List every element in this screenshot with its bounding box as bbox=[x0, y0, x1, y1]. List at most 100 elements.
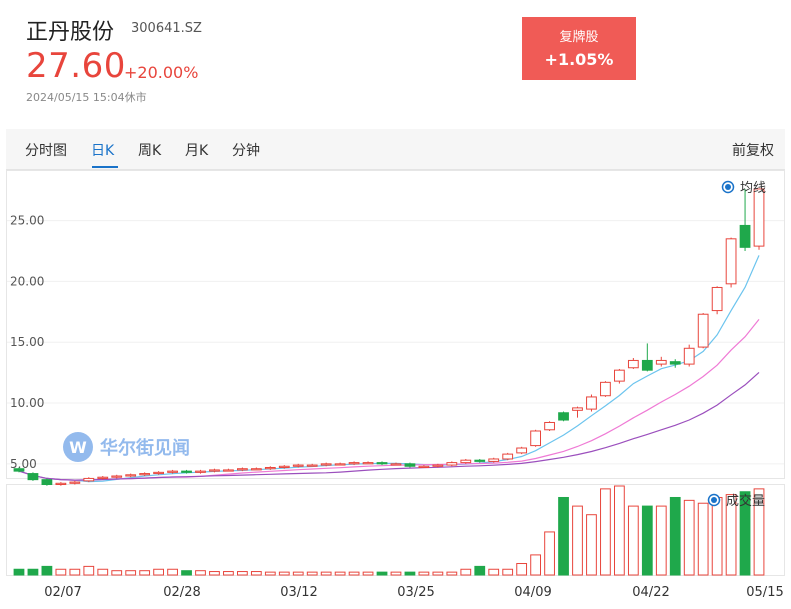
candle-body bbox=[600, 381, 611, 397]
stock-name: 正丹股份 bbox=[26, 20, 115, 45]
candle-body bbox=[544, 421, 555, 431]
volume-bar bbox=[544, 531, 555, 576]
volume-bar bbox=[530, 554, 541, 576]
volume-bar bbox=[13, 568, 25, 576]
volume-bar bbox=[348, 571, 360, 576]
watermark-text: 华尔街见闻 bbox=[100, 437, 190, 459]
candle-body bbox=[55, 482, 67, 486]
volume-bar bbox=[334, 571, 346, 576]
volume-bar bbox=[655, 505, 667, 576]
volume-bar bbox=[320, 571, 332, 576]
x-tick-label: 04/09 bbox=[514, 585, 551, 600]
x-tick-label: 02/07 bbox=[44, 585, 81, 600]
volume-bar bbox=[683, 499, 695, 576]
volume-bar bbox=[586, 514, 597, 576]
adjust-mode-button[interactable]: 前复权 bbox=[732, 140, 774, 160]
volume-bar bbox=[697, 502, 709, 576]
tab-fenshi[interactable]: 分时图 bbox=[25, 140, 67, 160]
x-tick-label: 03/12 bbox=[280, 585, 317, 600]
candle-body bbox=[711, 286, 723, 312]
candle-body bbox=[627, 359, 639, 369]
volume-bar bbox=[641, 505, 653, 576]
market-timestamp: 2024/05/15 15:04休市 bbox=[26, 91, 147, 104]
candle-body bbox=[376, 462, 388, 465]
candle-body bbox=[237, 468, 248, 471]
candle-body bbox=[502, 453, 514, 460]
ma-legend[interactable]: 均线 bbox=[721, 180, 767, 196]
volume-bar bbox=[488, 568, 500, 576]
candle-body bbox=[683, 347, 695, 365]
volume-bar bbox=[237, 571, 248, 576]
candle-body bbox=[348, 462, 360, 465]
y-tick-label: 15.00 bbox=[10, 335, 44, 349]
volume-bar bbox=[516, 563, 528, 576]
volume-bar bbox=[55, 568, 67, 576]
volume-bar bbox=[669, 496, 681, 576]
candle-body bbox=[181, 470, 192, 473]
candle-body bbox=[306, 464, 318, 467]
candle-body bbox=[111, 475, 123, 478]
candle-body bbox=[139, 473, 151, 476]
volume-bar bbox=[111, 570, 123, 576]
candle-body bbox=[669, 361, 681, 365]
volume-bar bbox=[306, 571, 318, 576]
candle-body bbox=[488, 458, 500, 462]
candle-body bbox=[362, 462, 374, 465]
volume-bar bbox=[432, 571, 444, 576]
volume-bar bbox=[125, 570, 137, 576]
change-percent: +20.00% bbox=[124, 63, 199, 82]
candle-body bbox=[753, 188, 765, 247]
tab-monthly-k[interactable]: 月K bbox=[185, 140, 208, 160]
volume-bar bbox=[418, 571, 430, 576]
volume-bar bbox=[250, 571, 262, 576]
candle-body bbox=[167, 470, 178, 473]
tab-weekly-k[interactable]: 周K bbox=[138, 140, 161, 160]
volume-bar bbox=[181, 570, 192, 576]
tab-daily-k[interactable]: 日K bbox=[91, 140, 114, 160]
watermark: W 华尔街见闻 bbox=[63, 432, 190, 462]
volume-bar bbox=[292, 571, 304, 576]
volume-bar bbox=[600, 488, 611, 576]
kline-chart-svg[interactable]: 25.0020.0015.0010.005.00 02/07 02/28 03/12… bbox=[6, 170, 785, 605]
candle-body bbox=[278, 465, 290, 468]
volume-bar bbox=[153, 568, 164, 576]
volume-bar bbox=[362, 571, 374, 576]
candle-body bbox=[209, 469, 220, 472]
y-tick-label: 20.00 bbox=[10, 274, 44, 288]
candle-body bbox=[97, 476, 109, 479]
x-axis-labels: 02/07 02/28 03/12 03/25 04/09 04/22 05/15 bbox=[44, 585, 783, 600]
volume-bar bbox=[376, 571, 388, 576]
y-tick-label: 10.00 bbox=[10, 396, 44, 410]
volume-bar bbox=[711, 496, 723, 576]
candle-body bbox=[558, 412, 569, 421]
candle-body bbox=[69, 481, 81, 484]
volume-bar bbox=[558, 496, 569, 576]
resume-label: 复牌股 bbox=[559, 30, 599, 45]
current-price: 27.60 bbox=[26, 46, 126, 86]
volume-bar bbox=[264, 571, 276, 576]
volume-bar bbox=[404, 571, 416, 576]
candle-body bbox=[292, 464, 304, 467]
candle-body bbox=[446, 462, 458, 466]
candle-body bbox=[697, 313, 709, 348]
resume-change-value: +1.05% bbox=[544, 50, 614, 69]
candle-body bbox=[223, 469, 234, 472]
candle-body bbox=[250, 468, 262, 471]
volume-panel bbox=[6, 484, 785, 576]
x-tick-label: 03/25 bbox=[397, 585, 434, 600]
tab-minute[interactable]: 分钟 bbox=[232, 140, 260, 160]
volume-bar bbox=[278, 571, 290, 576]
volume-bar bbox=[139, 570, 151, 576]
candle-body bbox=[125, 474, 137, 477]
volume-bar bbox=[167, 568, 178, 576]
resume-stock-card[interactable]: 复牌股 +1.05% bbox=[522, 17, 636, 80]
candle-body bbox=[334, 463, 346, 466]
svg-text:W: W bbox=[69, 438, 87, 457]
candle-body bbox=[404, 463, 416, 467]
candle-body bbox=[614, 369, 625, 382]
kline-chart[interactable]: 25.00 20.00 15.00 10.00 5.00 02/07 02/28 03/12… bbox=[6, 170, 785, 605]
candle-body bbox=[27, 473, 39, 481]
volume-bar bbox=[446, 571, 458, 576]
candle-body bbox=[586, 396, 597, 410]
candle-body bbox=[13, 468, 25, 472]
